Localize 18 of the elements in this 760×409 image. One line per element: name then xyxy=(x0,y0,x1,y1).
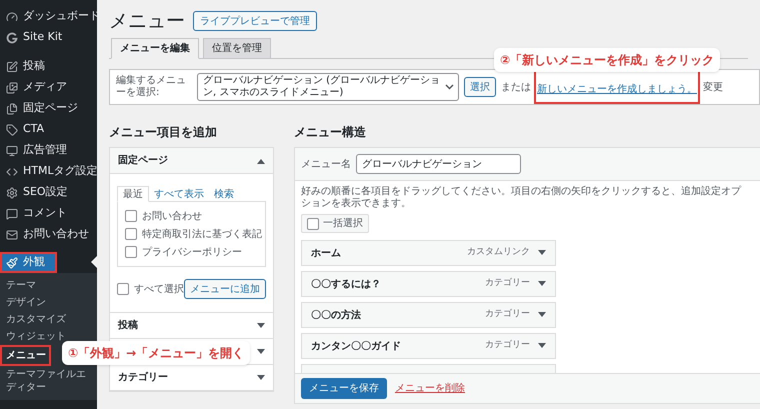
page-label: プライバシーポリシー xyxy=(142,246,242,260)
item-type: カスタムリンク xyxy=(467,246,530,260)
instruction-text: 好みの順番に各項目をドラッグしてください。項目の右側の矢印をクリックすると、追加設定オプションを表示できます。 xyxy=(301,186,742,210)
page-label: お問い合わせ xyxy=(142,210,202,224)
item-type: カテゴリー xyxy=(485,277,530,290)
section-heading: メニュー構造 xyxy=(294,124,367,141)
item-type: カテゴリー xyxy=(485,339,530,352)
page-label: 特定商取引法に基づく表記 xyxy=(142,228,262,242)
page-title: メニュー xyxy=(109,12,185,30)
annotation-tooltip: ②「新しいメニューを作成」をクリック xyxy=(494,48,720,72)
annotation-tooltip: ①「外観」→「メニュー」を開く xyxy=(62,341,250,365)
menu-select-label: 編集するメニューを選択: xyxy=(116,75,187,99)
item-type: カテゴリー xyxy=(485,308,530,322)
or-text: または xyxy=(501,80,531,94)
menu-name-label: メニュー名 xyxy=(301,158,351,172)
select-all-label: すべて選択 xyxy=(134,282,184,296)
section-heading: メニュー項目を追加 xyxy=(109,124,218,141)
change-text: 変更 xyxy=(703,80,723,94)
